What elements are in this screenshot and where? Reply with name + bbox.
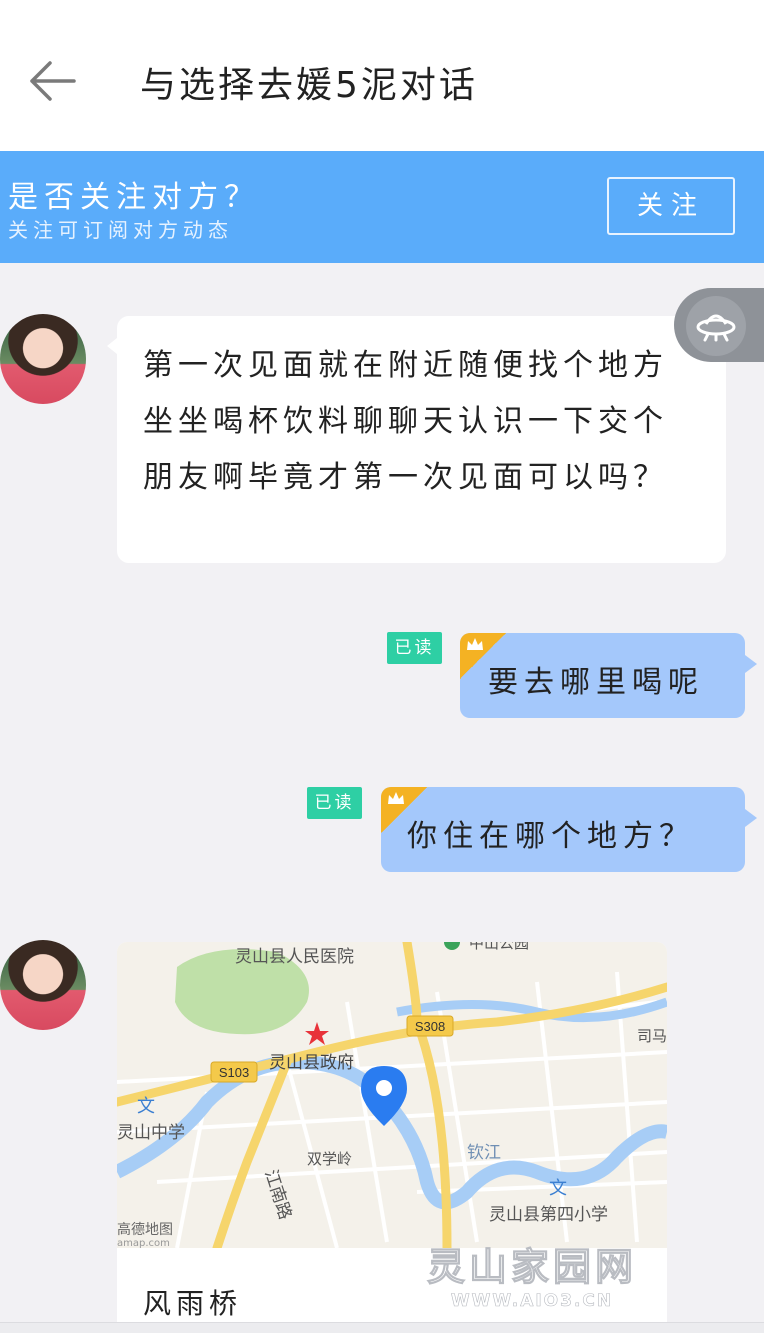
map-provider-label: 高德地图: [117, 1221, 173, 1238]
hospital-label: 灵山县人民医院: [235, 947, 354, 967]
message-text: 你住在哪个地方？: [407, 819, 695, 854]
ufo-icon[interactable]: [686, 296, 746, 356]
school-icon: 文: [549, 1178, 567, 1198]
qinjiang-label: 钦江: [467, 1143, 501, 1163]
follow-question: 是否关注对方？: [8, 180, 260, 215]
read-badge: 已读: [387, 632, 442, 664]
place-name: 风雨桥: [143, 1287, 243, 1320]
input-bar-edge: [0, 1322, 764, 1333]
crown-icon: [467, 638, 483, 650]
crown-icon: [388, 792, 404, 804]
location-map[interactable]: S308 S103 灵山县人民医院 中山公园 灵山县政府 灵山中学 双学岭 钦江…: [117, 942, 667, 1248]
vip-corner: [460, 633, 506, 679]
watermark: 灵山家园网 WWW.AIO3.CN: [424, 1236, 640, 1312]
watermark-sub: WWW.AIO3.CN: [450, 1291, 614, 1312]
incoming-message: 第一次见面就在附近随便找个地方坐坐喝杯饮料聊聊天认识一下交个朋友啊毕竟才第一次见…: [107, 316, 726, 563]
back-arrow-icon[interactable]: [24, 55, 80, 107]
watermark-main: 灵山家园网: [426, 1245, 637, 1290]
gov-label: 灵山县政府: [269, 1053, 354, 1073]
sima-label: 司马: [637, 1027, 667, 1045]
avatar[interactable]: [0, 940, 86, 1030]
road-s103-label: S103: [219, 1065, 249, 1080]
road-s308-label: S308: [415, 1019, 445, 1034]
shuangxueling-label: 双学岭: [307, 1150, 352, 1168]
vip-corner: [381, 787, 427, 833]
follow-button[interactable]: 关注: [607, 177, 735, 235]
park-label: 中山公园: [469, 942, 529, 952]
school-4-label: 灵山县第四小学: [489, 1205, 608, 1225]
read-badge: 已读: [307, 787, 362, 819]
school-icon: 文: [137, 1096, 155, 1116]
message-text: 要去哪里喝呢: [488, 665, 704, 700]
outgoing-message: 你住在哪个地方？: [381, 787, 757, 872]
map-provider-url: amap.com: [117, 1238, 170, 1248]
avatar[interactable]: [0, 314, 86, 404]
school-mid-label: 灵山中学: [117, 1123, 185, 1143]
chat-title: 与选择去媛5泥对话: [140, 65, 478, 106]
outgoing-message: 要去哪里喝呢: [460, 633, 757, 718]
follow-subtitle: 关注可订阅对方动态: [8, 218, 233, 242]
message-text: 第一次见面就在附近随便找个地方坐坐喝杯饮料聊聊天认识一下交个朋友啊毕竟才第一次见…: [143, 348, 668, 495]
